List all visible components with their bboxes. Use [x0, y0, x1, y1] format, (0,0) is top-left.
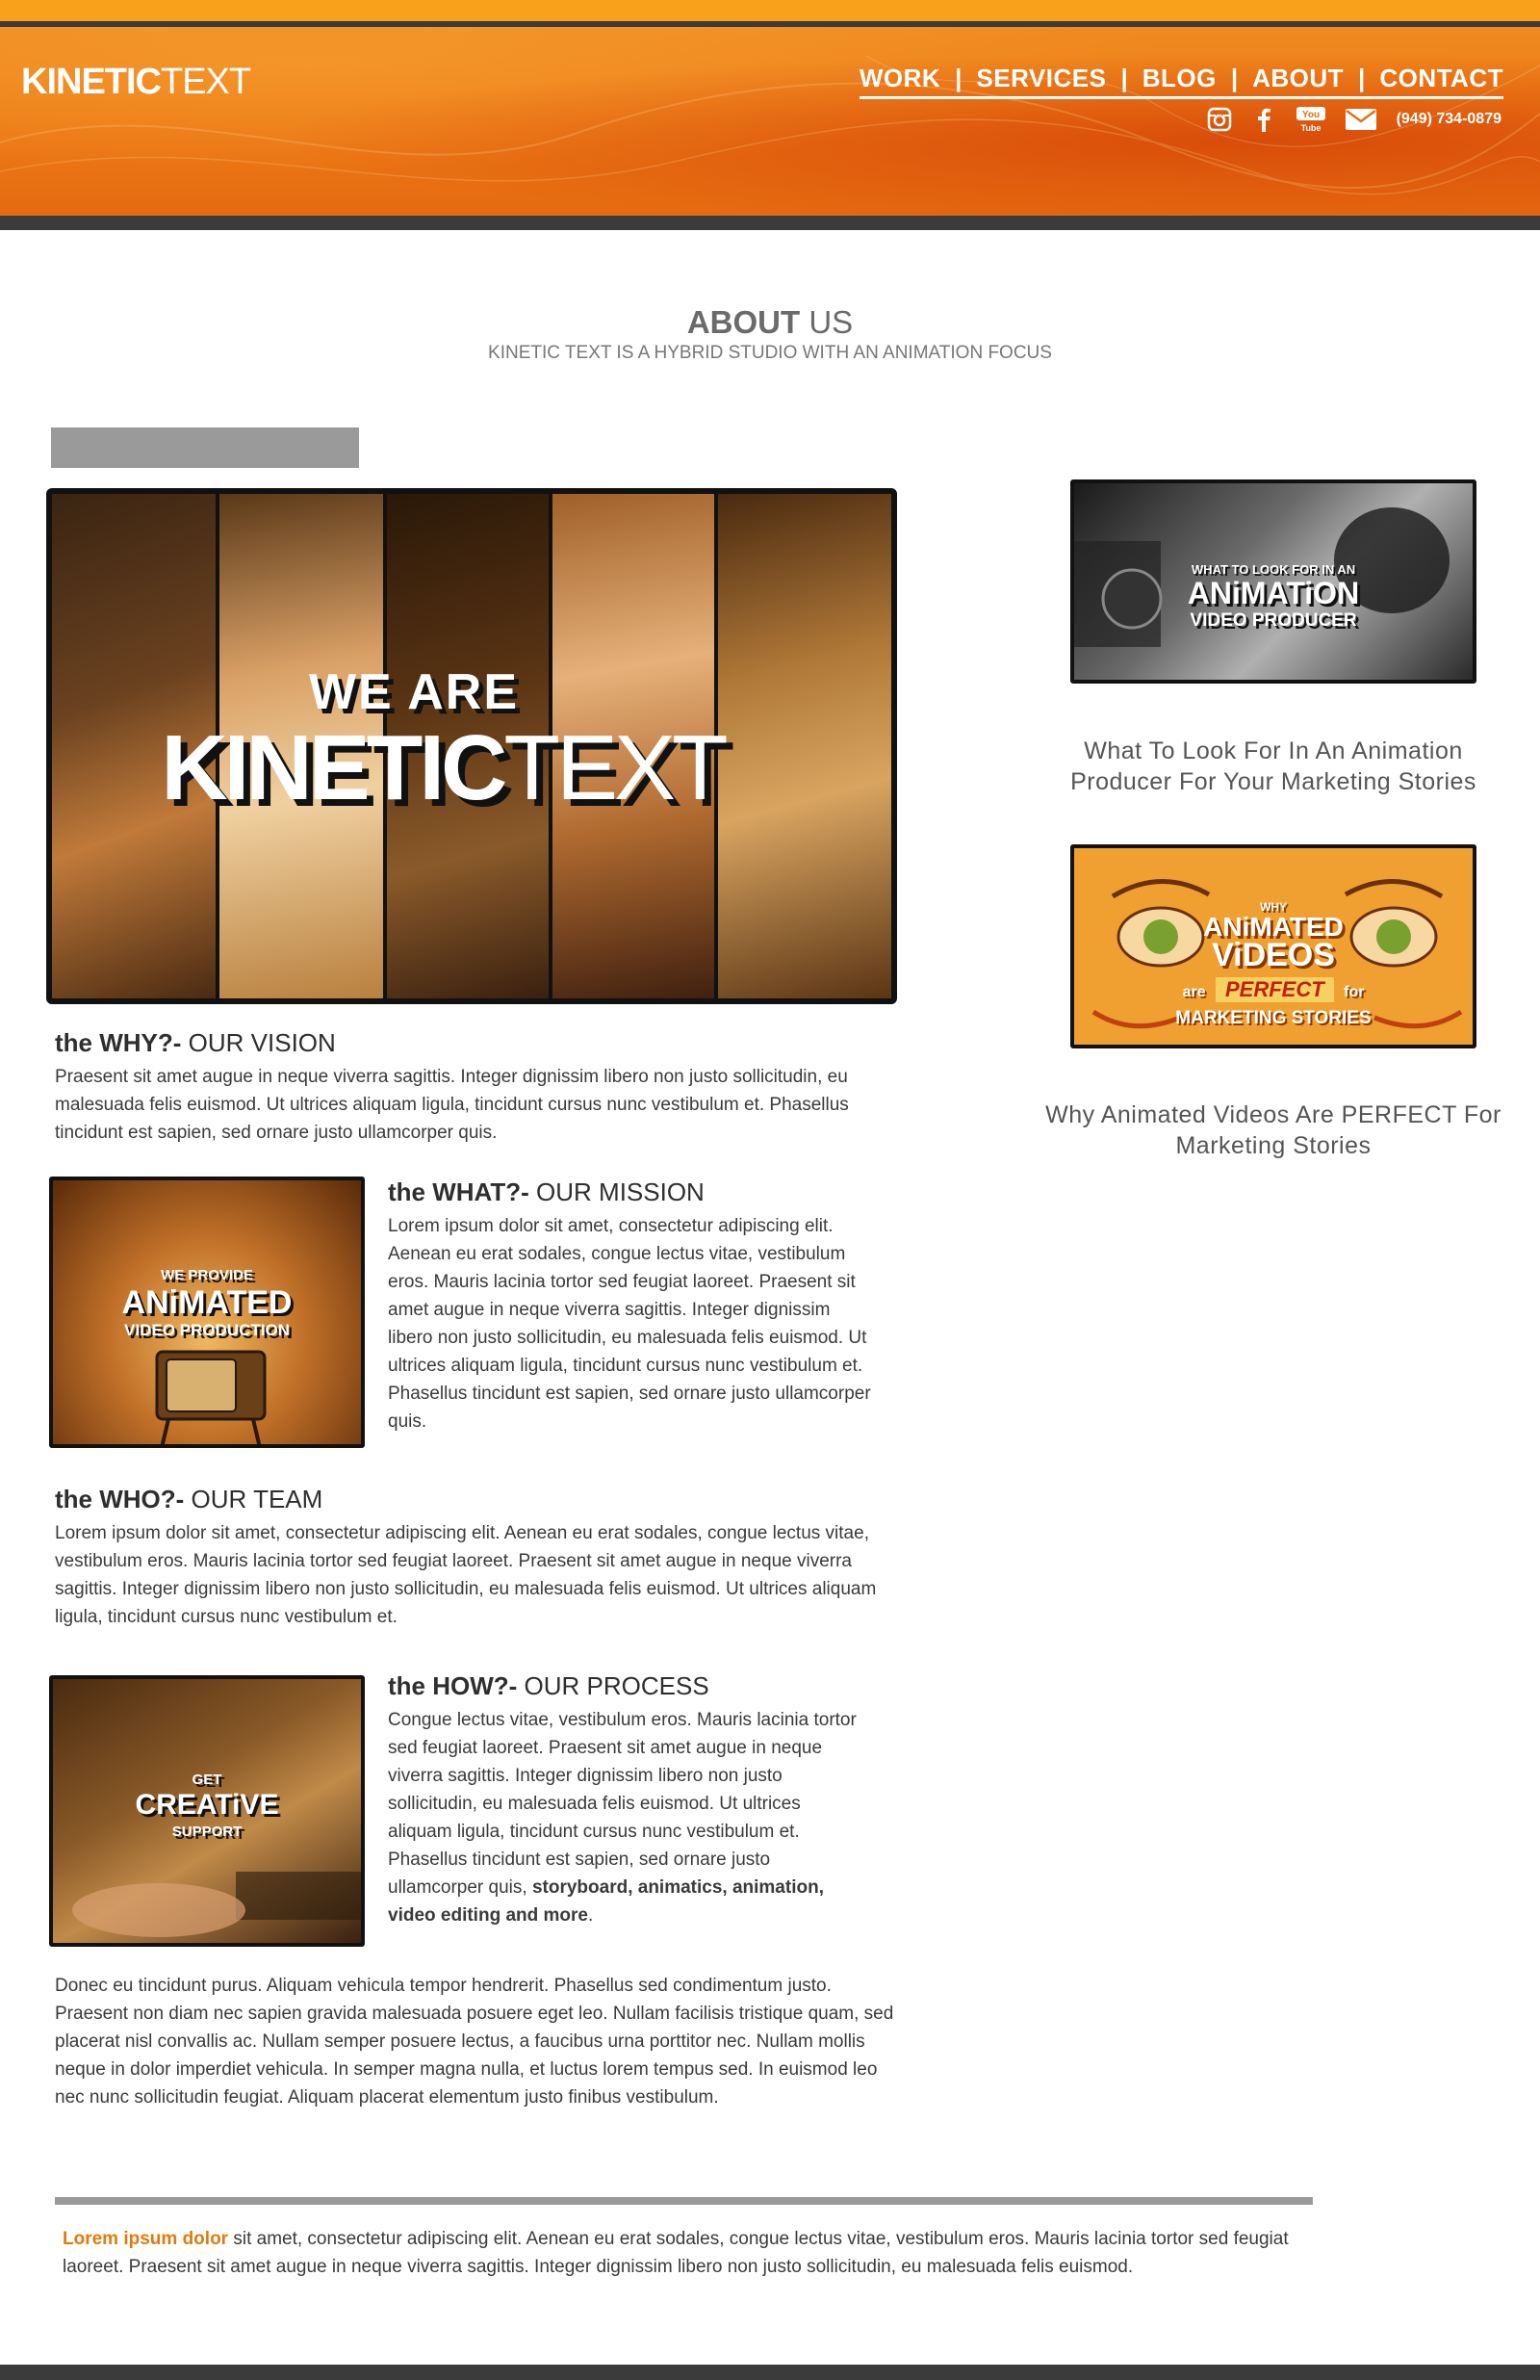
how-thumb-main: CREATiVE: [135, 1789, 279, 1821]
footer-bar: [0, 2365, 1540, 2380]
sidebar-post-2-thumbnail[interactable]: WHY ANiMATED ViDEOS are PERFECT for MARK…: [1070, 844, 1476, 1048]
sidebar-post-1-thumb-main: ANiMATiON: [1187, 576, 1360, 610]
page-subtitle: KINETIC TEXT IS A HYBRID STUDIO WITH AN …: [488, 343, 1052, 363]
how-body-end: .: [587, 1905, 594, 1926]
logo-bold-text: KINETIC: [21, 62, 162, 102]
sidebar-post-1-thumb-top: WHAT TO LOOK FOR IN AN: [1191, 562, 1356, 577]
what-thumb-main: ANiMATED: [121, 1284, 293, 1321]
page-title-bold: ABOUT: [686, 304, 801, 340]
sidebar-post-1-caption[interactable]: What To Look For In An Animation Produce…: [1040, 736, 1507, 797]
sidebar-post-2-thumb-are: are: [1182, 984, 1206, 1000]
why-heading-light: OUR VISION: [188, 1028, 336, 1057]
site-header: KINETICTEXT WORK | SERVICES | BLOG | ABO…: [0, 27, 1540, 216]
facebook-icon[interactable]: [1250, 106, 1277, 133]
sidebar-post-1-thumb-bottom: VIDEO PRODUCER: [1190, 610, 1357, 631]
header-bottom-bar: [0, 216, 1540, 230]
what-thumbnail[interactable]: WE PROVIDE ANiMATED VIDEO PRODUCTION: [49, 1177, 365, 1448]
nav-services[interactable]: SERVICES: [976, 64, 1106, 93]
sidebar-post-1-thumbnail[interactable]: WHAT TO LOOK FOR IN AN ANiMATiON VIDEO P…: [1070, 479, 1476, 684]
nav-separator: |: [1358, 64, 1366, 92]
sidebar-post-2-thumb-bottom: MARKETING STORIES: [1175, 1008, 1372, 1028]
how-thumbnail[interactable]: GET CREATiVE SUPPORT: [49, 1675, 365, 1947]
nav-work[interactable]: WORK: [860, 64, 940, 93]
logo-light-text: TEXT: [161, 62, 251, 102]
nav-separator: |: [955, 64, 962, 92]
footer-note-text: sit amet, consectetur adipiscing elit. A…: [63, 2229, 1289, 2277]
page-title-light: US: [808, 304, 854, 340]
page-title: ABOUT US: [0, 304, 1540, 341]
who-heading-light: OUR TEAM: [191, 1485, 323, 1513]
nav-separator: |: [1120, 64, 1128, 92]
how-heading-bold: the HOW?-: [388, 1671, 518, 1700]
email-icon[interactable]: [1345, 106, 1377, 133]
what-heading-light: OUR MISSION: [536, 1177, 705, 1206]
why-heading: the WHY?- OUR VISION: [55, 1028, 336, 1058]
svg-text:You: You: [1302, 110, 1320, 120]
footer-note-highlight: Lorem ipsum dolor: [63, 2229, 229, 2249]
hero-headline: WE ARE KINETICTEXT: [52, 663, 891, 821]
main-nav: WORK | SERVICES | BLOG | ABOUT | CONTACT: [859, 64, 1503, 99]
why-body: Praesent sit amet augue in neque viverra…: [55, 1067, 849, 1143]
site-logo[interactable]: KINETICTEXT: [21, 62, 251, 103]
sidebar-post-2-thumb-perfect: PERFECT: [1216, 977, 1334, 1002]
what-thumb-bottom: VIDEO PRODUCTION: [124, 1321, 290, 1339]
who-heading-bold: the WHO?-: [55, 1485, 185, 1513]
placeholder-bar: [51, 427, 359, 468]
nav-about[interactable]: ABOUT: [1252, 64, 1344, 93]
why-heading-bold: the WHY?-: [55, 1028, 182, 1057]
nav-contact[interactable]: CONTACT: [1379, 64, 1503, 93]
sidebar-post-2-thumb-perfect-line: are PERFECT for: [1074, 977, 1473, 1002]
how-heading: the HOW?- OUR PROCESS: [388, 1671, 709, 1701]
youtube-icon[interactable]: You Tube: [1295, 106, 1327, 133]
sidebar-post-2-caption[interactable]: Why Animated Videos Are PERFECT For Mark…: [1040, 1099, 1507, 1161]
what-thumb-top: WE PROVIDE: [161, 1267, 253, 1283]
top-accent-bar: [0, 0, 1540, 21]
who-heading: the WHO?- OUR TEAM: [55, 1485, 322, 1514]
how-body-text: Congue lectus vitae, vestibulum eros. Ma…: [388, 1710, 857, 1898]
who-body: Lorem ipsum dolor sit amet, consectetur …: [55, 1523, 877, 1627]
phone-number[interactable]: (949) 734-0879: [1397, 111, 1502, 128]
hero-line-2: KINETICTEXT: [52, 715, 891, 821]
footer-note: Lorem ipsum dolor sit amet, consectetur …: [63, 2225, 1314, 2281]
nav-blog[interactable]: BLOG: [1142, 64, 1217, 93]
what-heading-bold: the WHAT?-: [388, 1177, 529, 1206]
hero-image: WE ARE KINETICTEXT: [46, 488, 897, 1004]
how-thumb-top: GET: [192, 1772, 222, 1788]
sidebar-post-2-thumb-main2: ViDEOS: [1212, 937, 1335, 973]
nav-separator: |: [1230, 64, 1239, 92]
what-body: Lorem ipsum dolor sit amet, consectetur …: [388, 1216, 871, 1432]
hero-text: TEXT: [503, 716, 728, 819]
hero-kinetic: KINETIC: [161, 716, 507, 819]
instagram-icon[interactable]: [1206, 106, 1233, 133]
what-heading: the WHAT?- OUR MISSION: [388, 1177, 705, 1207]
how-body: Congue lectus vitae, vestibulum eros. Ma…: [388, 1706, 869, 1929]
svg-text:Tube: Tube: [1300, 123, 1321, 133]
how-heading-light: OUR PROCESS: [524, 1671, 709, 1700]
how-thumb-bottom: SUPPORT: [171, 1824, 243, 1840]
hero-line-1: WE ARE: [308, 664, 520, 720]
closing-body: Donec eu tincidunt purus. Aliquam vehicu…: [55, 1976, 894, 2108]
sidebar-post-2-thumb-for: for: [1344, 984, 1365, 1000]
section-divider: [55, 2197, 1313, 2205]
social-links: You Tube (949) 734-0879: [1206, 106, 1502, 133]
